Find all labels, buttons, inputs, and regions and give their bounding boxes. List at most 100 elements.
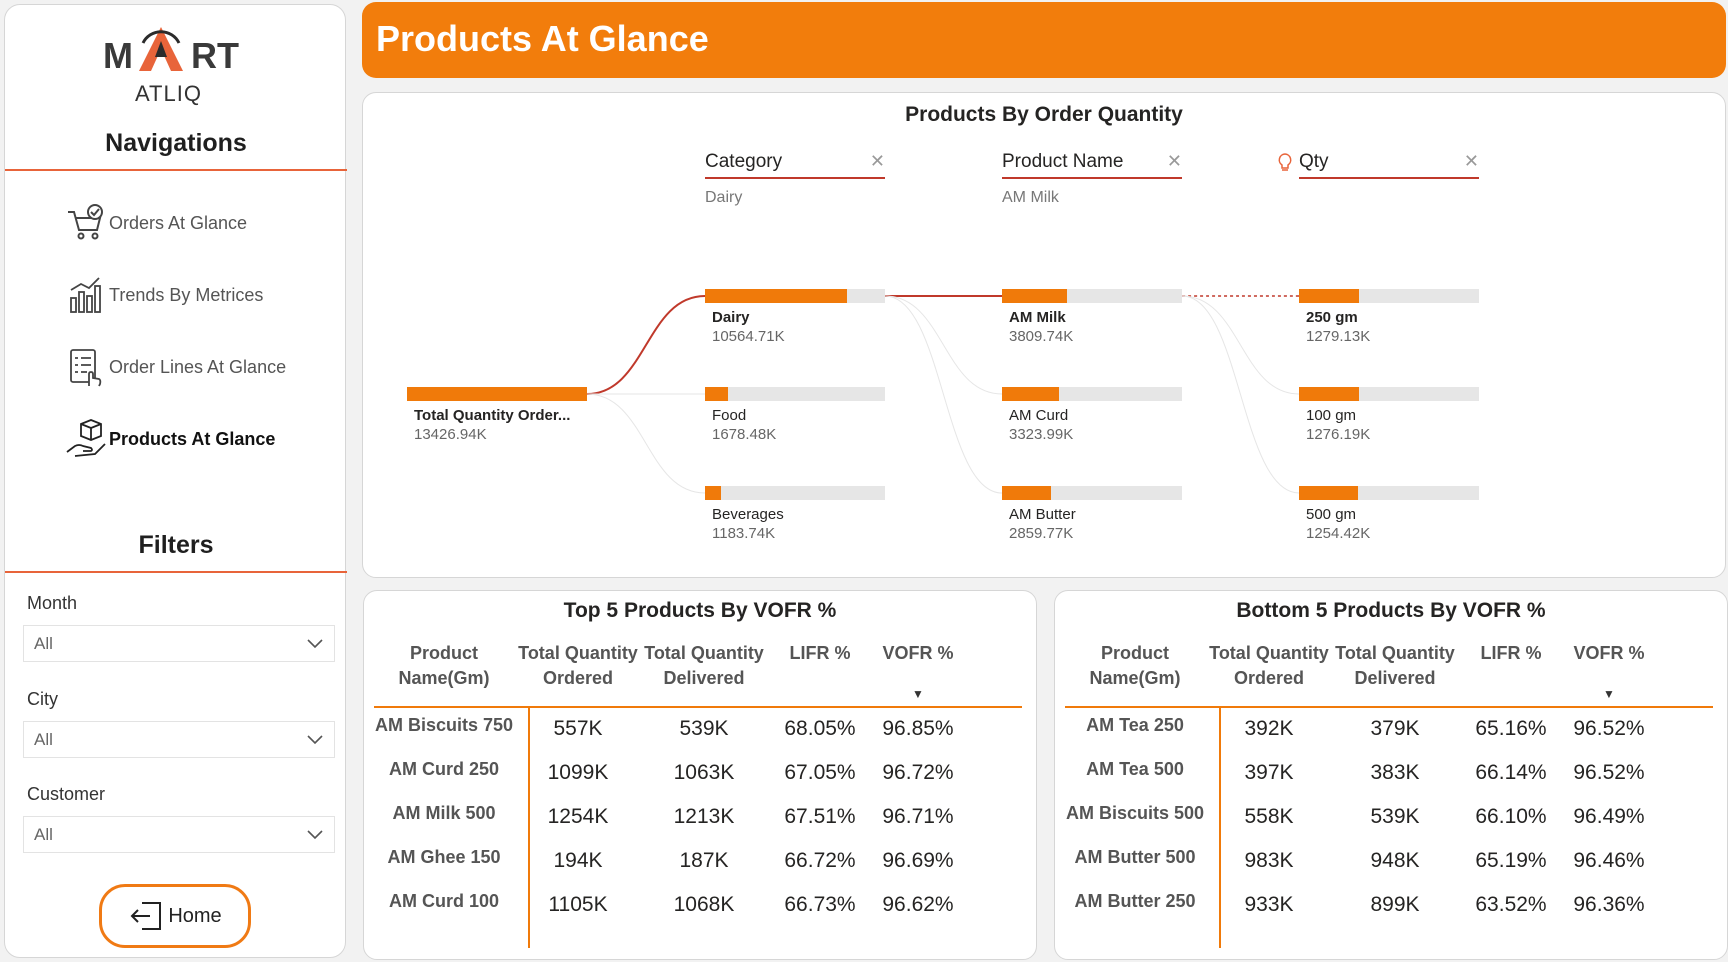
nav-orders-at-glance[interactable]: Orders At Glance [65,201,247,245]
node-c0-r1-bar[interactable] [705,387,885,401]
node-c0-r2-bar-fill [705,486,721,500]
node-c1-r2-label: AM Butter 2859.77K [1009,505,1076,543]
nav-products-at-glance[interactable]: Products At Glance [65,417,275,461]
top5-table-row[interactable]: AM Curd 250 1099K 1063K 67.05% 96.72% [374,759,1022,809]
bottom5-table-row[interactable]: AM Tea 500 397K 383K 66.14% 96.52% [1065,759,1713,809]
chevron-down-icon [307,830,323,840]
node-c1-r2-bar[interactable] [1002,486,1182,500]
bottom5-column-header[interactable]: LIFR % [1466,641,1556,666]
bottom5-column-header[interactable]: VOFR % [1564,641,1654,666]
month-filter-value: All [34,633,53,653]
node-c2-r0-name: 250 gm [1306,309,1358,326]
top5-column-header[interactable]: Total Quantity Ordered [513,641,643,691]
home-button[interactable]: Home [99,884,251,948]
nav-label: Orders At Glance [109,212,248,233]
bottom5-sort-descending-icon[interactable]: ▼ [1603,687,1615,701]
top5-column-header[interactable]: Product Name(Gm) [369,641,519,691]
top5-cell: AM Milk 500 [392,803,496,823]
bottom5-header-line1: Total Quantity [1209,643,1329,663]
top5-sort-descending-icon[interactable]: ▼ [912,687,924,701]
top5-column-header[interactable]: LIFR % [775,641,865,666]
bottom5-cell: 933K [1244,893,1294,916]
node-c0-r1-value: 1678.48K [712,426,777,443]
logo-a-icon [139,27,183,71]
node-c2-r0-bar-fill [1299,289,1360,303]
bottom5-cell: 392K [1244,717,1294,740]
bottom5-column-header[interactable]: Product Name(Gm) [1060,641,1210,691]
home-label: Home [168,904,222,927]
page-title: Products At Glance [376,18,709,59]
top5-header-line1: LIFR % [789,643,851,663]
link-root-beverages [586,393,706,494]
bottom5-cell: 539K [1370,805,1420,828]
node-c1-r2-value: 2859.77K [1009,525,1074,542]
chevron-down-icon [307,735,323,745]
top5-cell: AM Biscuits 750 [374,715,514,735]
node-c1-r0-name: AM Milk [1009,309,1066,326]
customer-filter-dropdown[interactable]: All [23,816,335,853]
top5-column-header[interactable]: Total Quantity Delivered [639,641,769,691]
top5-table-row[interactable]: AM Biscuits 750 557K 539K 68.05% 96.85% [374,715,1022,765]
node-c0-r0-bar-fill [705,289,847,303]
top5-header-line2: Ordered [542,668,614,688]
node-c1-r1-value: 3323.99K [1009,426,1074,443]
top5-cell: 96.69% [882,849,954,872]
link-root-dairy [586,295,706,395]
bottom5-cell: 96.52% [1573,717,1645,740]
bottom5-cell: 379K [1370,717,1420,740]
node-c1-r0-bar[interactable] [1002,289,1182,303]
top5-column-header[interactable]: VOFR % [873,641,963,666]
nav-order-lines-at-glance[interactable]: Order Lines At Glance [65,345,286,389]
node-c2-r0-label: 250 gm 1279.13K [1306,308,1370,346]
node-c2-r1-bar[interactable] [1299,387,1479,401]
bottom5-column-header[interactable]: Total Quantity Delivered [1330,641,1460,691]
logo-subtext: ATLIQ [135,81,202,106]
node-c2-r0-bar[interactable] [1299,289,1479,303]
top5-cell: 66.73% [784,893,856,916]
sidebar: M RT ATLIQ Navigations Orders At Glance … [4,4,347,958]
bottom5-table-row[interactable]: AM Butter 500 983K 948K 65.19% 96.46% [1065,847,1713,897]
month-filter-dropdown[interactable]: All [23,625,335,662]
node-c0-r0-label: Dairy 10564.71K [712,308,785,346]
top5-cell: 557K [553,717,603,740]
node-c0-r1-name: Food [712,407,747,424]
nav-trends-by-metrices[interactable]: Trends By Metrices [65,273,263,317]
root-node-bar[interactable] [407,387,587,401]
bottom5-table-row[interactable]: AM Butter 250 933K 899K 63.52% 96.36% [1065,891,1713,941]
node-c2-r2-bar[interactable] [1299,486,1479,500]
top5-cell: 194K [553,849,603,872]
node-c2-r1-label: 100 gm 1276.19K [1306,406,1370,444]
node-c0-r1-label: Food 1678.48K [712,406,776,444]
top5-table: Top 5 Products By VOFR % Product Name(Gm)… [363,590,1037,960]
node-c2-r2-name: 500 gm [1306,506,1357,523]
bottom5-cell: AM Tea 250 [1086,715,1184,735]
top5-cell: 1105K [548,893,608,916]
node-c0-r0-value: 10564.71K [712,328,785,345]
top5-table-row[interactable]: AM Curd 100 1105K 1068K 66.73% 96.62% [374,891,1022,941]
bottom5-column-header[interactable]: Total Quantity Ordered [1204,641,1334,691]
logo-text-left: M [103,35,133,76]
bottom5-cell: 96.46% [1573,849,1645,872]
link-dairy-curd [884,295,1003,395]
node-c0-r2-bar[interactable] [705,486,885,500]
nav-label: Order Lines At Glance [109,356,287,377]
bottom5-table-row[interactable]: AM Tea 250 392K 379K 65.16% 96.52% [1065,715,1713,765]
top5-cell: 1063K [673,761,735,784]
bottom5-table-row[interactable]: AM Biscuits 500 558K 539K 66.10% 96.49% [1065,803,1713,853]
top5-header-line1: Product [409,643,478,663]
top5-cell: 67.05% [784,761,856,784]
top5-header: Product Name(Gm) Total Quantity Ordered Tota… [374,641,1022,699]
node-c1-r1-bar[interactable] [1002,387,1182,401]
top5-table-row[interactable]: AM Ghee 150 194K 187K 66.72% 96.69% [374,847,1022,897]
top5-cell: 1099K [547,761,609,784]
bottom5-cell: 397K [1244,761,1294,784]
top5-table-row[interactable]: AM Milk 500 1254K 1213K 67.51% 96.71% [374,803,1022,853]
navigations-title: Navigations [105,129,247,157]
node-c0-r2-label: Beverages 1183.74K [712,505,784,543]
node-c2-r1-value: 1276.19K [1306,426,1371,443]
node-c1-r0-label: AM Milk 3809.74K [1009,308,1073,346]
node-c0-r0-bar[interactable] [705,289,885,303]
city-filter-dropdown[interactable]: All [23,721,335,758]
bottom5-title: Bottom 5 Products By VOFR % [1236,599,1546,622]
bottom5-cell: AM Butter 250 [1074,891,1196,911]
